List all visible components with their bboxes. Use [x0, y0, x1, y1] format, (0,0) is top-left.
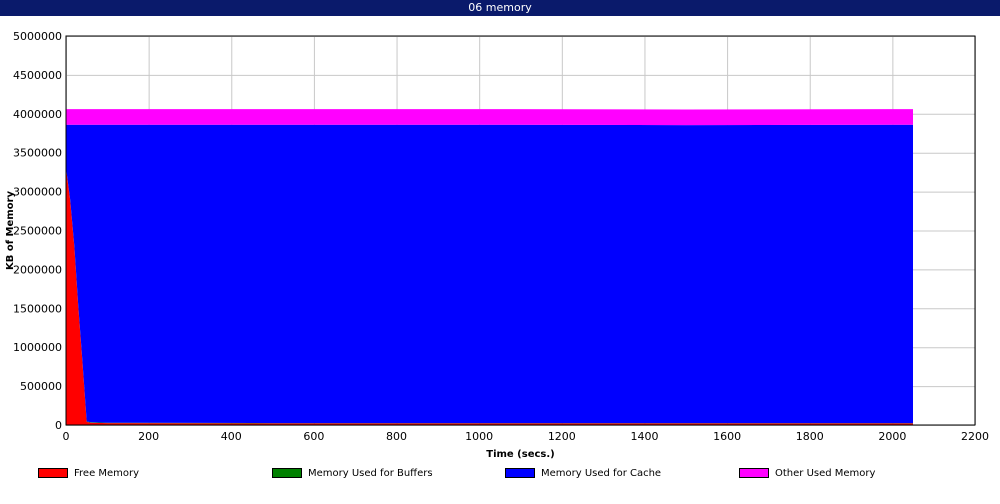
x-tick-label: 200	[138, 430, 159, 443]
x-tick-labels: 0 200 400 600 800 1000 1200 1400 1600 1800 2000 220…	[63, 430, 990, 443]
x-tick-label: 400	[221, 430, 242, 443]
x-tick-label: 2200	[961, 430, 989, 443]
y-tick-label: 5000000	[13, 30, 62, 43]
window-title: 06 memory	[0, 0, 1000, 16]
y-tick-label: 2500000	[13, 225, 62, 238]
x-tick-label: 1600	[713, 430, 741, 443]
area-other-used-memory	[66, 109, 913, 126]
x-tick-label: 2000	[878, 430, 906, 443]
y-tick-label: 3500000	[13, 147, 62, 160]
legend-swatch	[272, 468, 302, 478]
y-tick-label: 1500000	[13, 302, 62, 315]
legend-label: Other Used Memory	[775, 467, 876, 479]
chart-legend: Free Memory Memory Used for Buffers Memory…	[0, 464, 1000, 482]
legend-item: Memory Used for Cache	[505, 464, 661, 482]
y-tick-label: 2000000	[13, 263, 62, 276]
area-memory-used-for-cache	[66, 124, 913, 424]
legend-swatch	[739, 468, 769, 478]
legend-item: Other Used Memory	[739, 464, 875, 482]
legend-swatch	[505, 468, 535, 478]
legend-item: Free Memory	[38, 464, 139, 482]
legend-label: Memory Used for Buffers	[308, 467, 433, 479]
x-tick-label: 0	[63, 430, 70, 443]
x-tick-label: 1200	[548, 430, 576, 443]
x-tick-label: 1800	[796, 430, 824, 443]
y-tick-label: 1000000	[13, 341, 62, 354]
x-axis-label: Time (secs.)	[486, 449, 555, 460]
area-series	[66, 109, 913, 426]
x-tick-label: 600	[303, 430, 324, 443]
y-tick-label: 3000000	[13, 186, 62, 199]
y-tick-label: 4000000	[13, 108, 62, 121]
x-tick-label: 800	[386, 430, 407, 443]
legend-item: Memory Used for Buffers	[272, 464, 433, 482]
y-tick-label: 4500000	[13, 69, 62, 82]
x-tick-label: 1000	[465, 430, 493, 443]
y-axis-label: KB of Memory	[5, 191, 16, 271]
y-tick-label: 500000	[20, 380, 62, 393]
y-tick-labels: 0 500000 1000000 1500000 2000000 2500000 30000…	[13, 30, 62, 432]
memory-chart: 0 500000 1000000 1500000 2000000 2500000 30000…	[5, 30, 990, 460]
legend-swatch	[38, 468, 68, 478]
legend-label: Free Memory	[74, 467, 140, 479]
y-tick-label: 0	[55, 419, 62, 432]
legend-label: Memory Used for Cache	[541, 467, 662, 479]
x-tick-label: 1400	[630, 430, 658, 443]
